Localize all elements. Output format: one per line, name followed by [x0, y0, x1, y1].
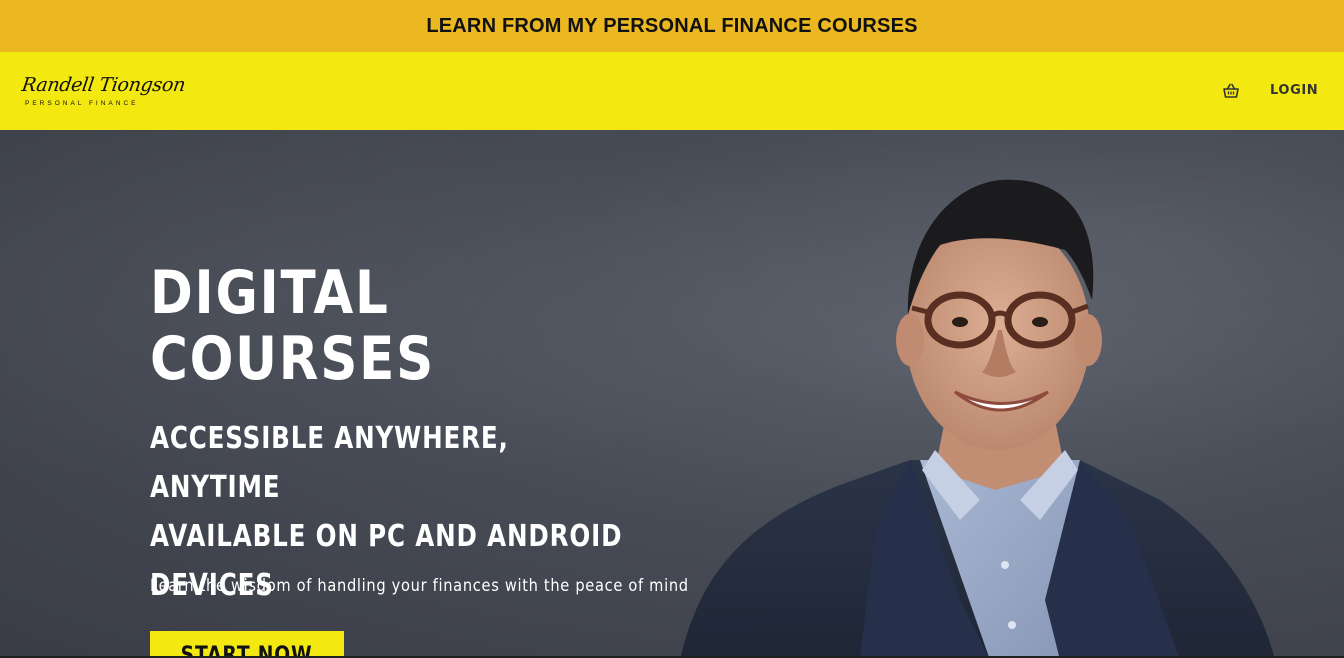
- hero-tagline: Learn the wisdom of handling your financ…: [150, 576, 689, 596]
- logo-subtitle: PERSONAL FINANCE: [25, 100, 139, 107]
- portrait-photo: [680, 179, 1275, 658]
- shopping-basket-icon[interactable]: [1222, 82, 1240, 100]
- announcement-bar: LEARN FROM MY PERSONAL FINANCE COURSES: [0, 0, 1344, 52]
- hero-sub-line2: AVAILABLE ON PC AND ANDROID: [150, 519, 623, 554]
- hero-heading-line2: COURSES: [150, 324, 435, 394]
- announcement-link[interactable]: LEARN FROM MY PERSONAL FINANCE COURSES: [426, 15, 917, 38]
- hero-heading: DIGITAL COURSES: [150, 260, 511, 392]
- start-now-button[interactable]: START NOW: [150, 631, 344, 658]
- login-link[interactable]: LOGIN: [1270, 83, 1318, 98]
- hero-heading-line1: DIGITAL: [150, 258, 390, 328]
- logo-name: Randell Tiongson: [20, 74, 187, 96]
- hero-sub-line1: ACCESSIBLE ANYWHERE, ANYTIME: [150, 421, 509, 505]
- site-header: Randell Tiongson PERSONAL FINANCE LOGIN: [0, 52, 1344, 130]
- hero-section: DIGITAL COURSES ACCESSIBLE ANYWHERE, ANY…: [0, 130, 1344, 658]
- site-logo[interactable]: Randell Tiongson PERSONAL FINANCE: [20, 74, 186, 114]
